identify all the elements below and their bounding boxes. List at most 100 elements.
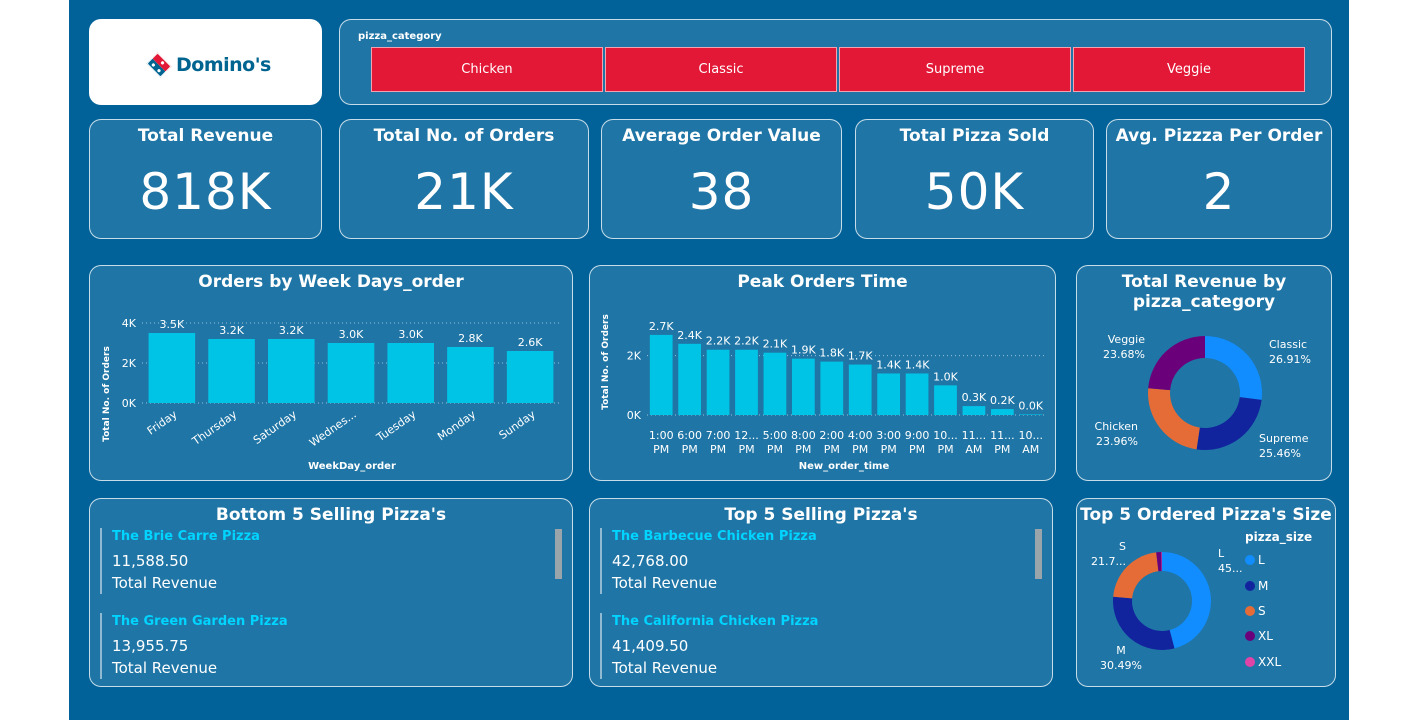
bar[interactable] <box>848 364 872 415</box>
bar[interactable] <box>447 347 494 403</box>
logo-card: Domino's <box>89 19 322 105</box>
data-label: 2.6K <box>518 336 543 349</box>
kpi-title: Average Order Value <box>622 126 821 146</box>
domino-tile-icon <box>146 52 172 78</box>
legend-item-l[interactable]: L <box>1245 553 1265 567</box>
legend-item-m[interactable]: M <box>1245 579 1268 593</box>
bar[interactable] <box>208 339 255 403</box>
x-tick-label: Friday <box>145 408 180 438</box>
pizza-name: The Barbecue Chicken Pizza <box>612 529 817 544</box>
legend-item-xxl[interactable]: XXL <box>1245 655 1281 669</box>
slicer-option-supreme[interactable]: Supreme <box>839 47 1071 92</box>
top-5-selling-card: Top 5 Selling Pizza's The Barbecue Chick… <box>589 498 1053 687</box>
bar[interactable] <box>148 333 196 403</box>
donut-slice[interactable] <box>1205 336 1262 400</box>
bar[interactable] <box>877 373 901 415</box>
x-axis-label: WeekDay_order <box>308 461 396 472</box>
legend-label: S <box>1258 604 1266 618</box>
x-tick-label: 10... AM <box>1019 429 1043 456</box>
kpi-total-revenue: Total Revenue 818K <box>89 119 322 239</box>
data-label: 2.1K <box>763 338 788 351</box>
bar[interactable] <box>1019 414 1043 415</box>
list-item: The Barbecue Chicken Pizza 42,768.00 Tot… <box>600 528 817 594</box>
x-tick-label: 2:00 PM <box>819 429 844 456</box>
pizza-size-chart[interactable]: Top 5 Ordered Pizza's Size L 45... M 30.49%… <box>1076 498 1336 687</box>
kpi-average-order-value: Average Order Value 38 <box>601 119 842 239</box>
scrollbar-thumb[interactable] <box>1035 529 1042 579</box>
category-donut-svg: Classic 26.91% Supreme 25.46% Chicken 23.96% V… <box>1095 333 1311 460</box>
slice-value-label: 45... <box>1218 562 1242 575</box>
data-label: 2.8K <box>458 332 483 345</box>
x-tick-label: 1:00 PM <box>649 429 674 456</box>
legend-swatch <box>1245 606 1255 616</box>
peak-orders-time-chart[interactable]: Peak Orders Time Total No. of Orders New… <box>589 265 1056 481</box>
peak-bar-svg: Total No. of Orders New_order_time 0K 2K 2… <box>601 314 1045 472</box>
slice-value-label: 23.68% <box>1103 348 1145 361</box>
slicer-option-veggie[interactable]: Veggie <box>1073 47 1305 92</box>
data-label: 0.0K <box>1018 399 1043 412</box>
list-item: The Brie Carre Pizza 11,588.50 Total Rev… <box>100 528 260 594</box>
legend-item-xl[interactable]: XL <box>1245 629 1273 643</box>
kpi-title: Total No. of Orders <box>373 126 555 146</box>
bar[interactable] <box>506 351 554 403</box>
kpi-title: Total Pizza Sold <box>899 126 1050 146</box>
x-tick-label: 9:00 PM <box>905 429 930 456</box>
pizza-revenue-label: Total Revenue <box>612 574 718 592</box>
kpi-value: 21K <box>414 163 514 221</box>
data-label: 2.2K <box>706 335 731 348</box>
data-label: 1.0K <box>933 370 958 383</box>
bar[interactable] <box>990 409 1014 415</box>
bar[interactable] <box>327 343 375 403</box>
orders-by-weekday-chart[interactable]: Orders by Week Days_order Total No. of O… <box>89 265 573 481</box>
bar[interactable] <box>678 343 702 415</box>
bar[interactable] <box>735 349 758 415</box>
data-label: 1.8K <box>819 347 844 360</box>
dominos-logo: Domino's <box>146 52 271 78</box>
slice-value-label: 25.46% <box>1259 447 1301 460</box>
bar[interactable] <box>267 339 315 403</box>
pizza-revenue-label: Total Revenue <box>112 659 218 677</box>
slicer-option-chicken[interactable]: Chicken <box>371 47 603 92</box>
legend-item-s[interactable]: S <box>1245 604 1266 618</box>
donut-slice[interactable] <box>1196 397 1262 450</box>
kpi-avg-pizza-per-order: Avg. Pizzza Per Order 2 <box>1106 119 1332 239</box>
x-tick-label: 4:00 PM <box>848 429 873 456</box>
pizza-revenue-value: 41,409.50 <box>612 637 689 655</box>
bar[interactable] <box>763 352 787 415</box>
data-label: 2.2K <box>734 335 759 348</box>
kpi-value: 818K <box>139 163 272 221</box>
pizza-revenue-label: Total Revenue <box>112 574 218 592</box>
x-tick-label: Wednes... <box>307 408 359 450</box>
x-tick-label: Saturday <box>251 408 299 447</box>
list-item: The Green Garden Pizza 13,955.75 Total R… <box>100 613 288 679</box>
revenue-by-category-chart[interactable]: Total Revenue by pizza_category Classic 2… <box>1076 265 1332 481</box>
kpi-value: 38 <box>688 163 755 221</box>
kpi-total-pizza-sold: Total Pizza Sold 50K <box>855 119 1094 239</box>
kpi-value: 2 <box>1202 163 1236 221</box>
pizza-revenue-value: 13,955.75 <box>112 637 189 655</box>
legend-label: L <box>1258 553 1265 567</box>
bar[interactable] <box>962 406 986 415</box>
bar[interactable] <box>706 349 730 415</box>
bar[interactable] <box>649 334 673 415</box>
scrollbar-thumb[interactable] <box>555 529 562 579</box>
bar[interactable] <box>905 373 929 415</box>
bar[interactable] <box>820 361 844 415</box>
slice-label: Veggie <box>1108 333 1145 346</box>
pizza-revenue-value: 42,768.00 <box>612 552 689 570</box>
donut-slice[interactable] <box>1148 388 1200 450</box>
kpi-value: 50K <box>924 163 1025 221</box>
slicer-label: pizza_category <box>358 31 442 42</box>
bar[interactable] <box>934 385 957 415</box>
card-title: Bottom 5 Selling Pizza's <box>215 505 447 525</box>
donut-slice[interactable] <box>1113 596 1175 650</box>
y-tick-label: 2K <box>122 357 137 370</box>
slicer-option-classic[interactable]: Classic <box>605 47 837 92</box>
donut-slice[interactable] <box>1148 336 1205 391</box>
bar[interactable] <box>791 358 815 415</box>
bar[interactable] <box>387 343 435 403</box>
legend-swatch <box>1245 657 1255 667</box>
y-tick-label: 4K <box>122 317 137 330</box>
data-label: 3.0K <box>339 328 364 341</box>
x-tick-label: Monday <box>435 408 478 444</box>
